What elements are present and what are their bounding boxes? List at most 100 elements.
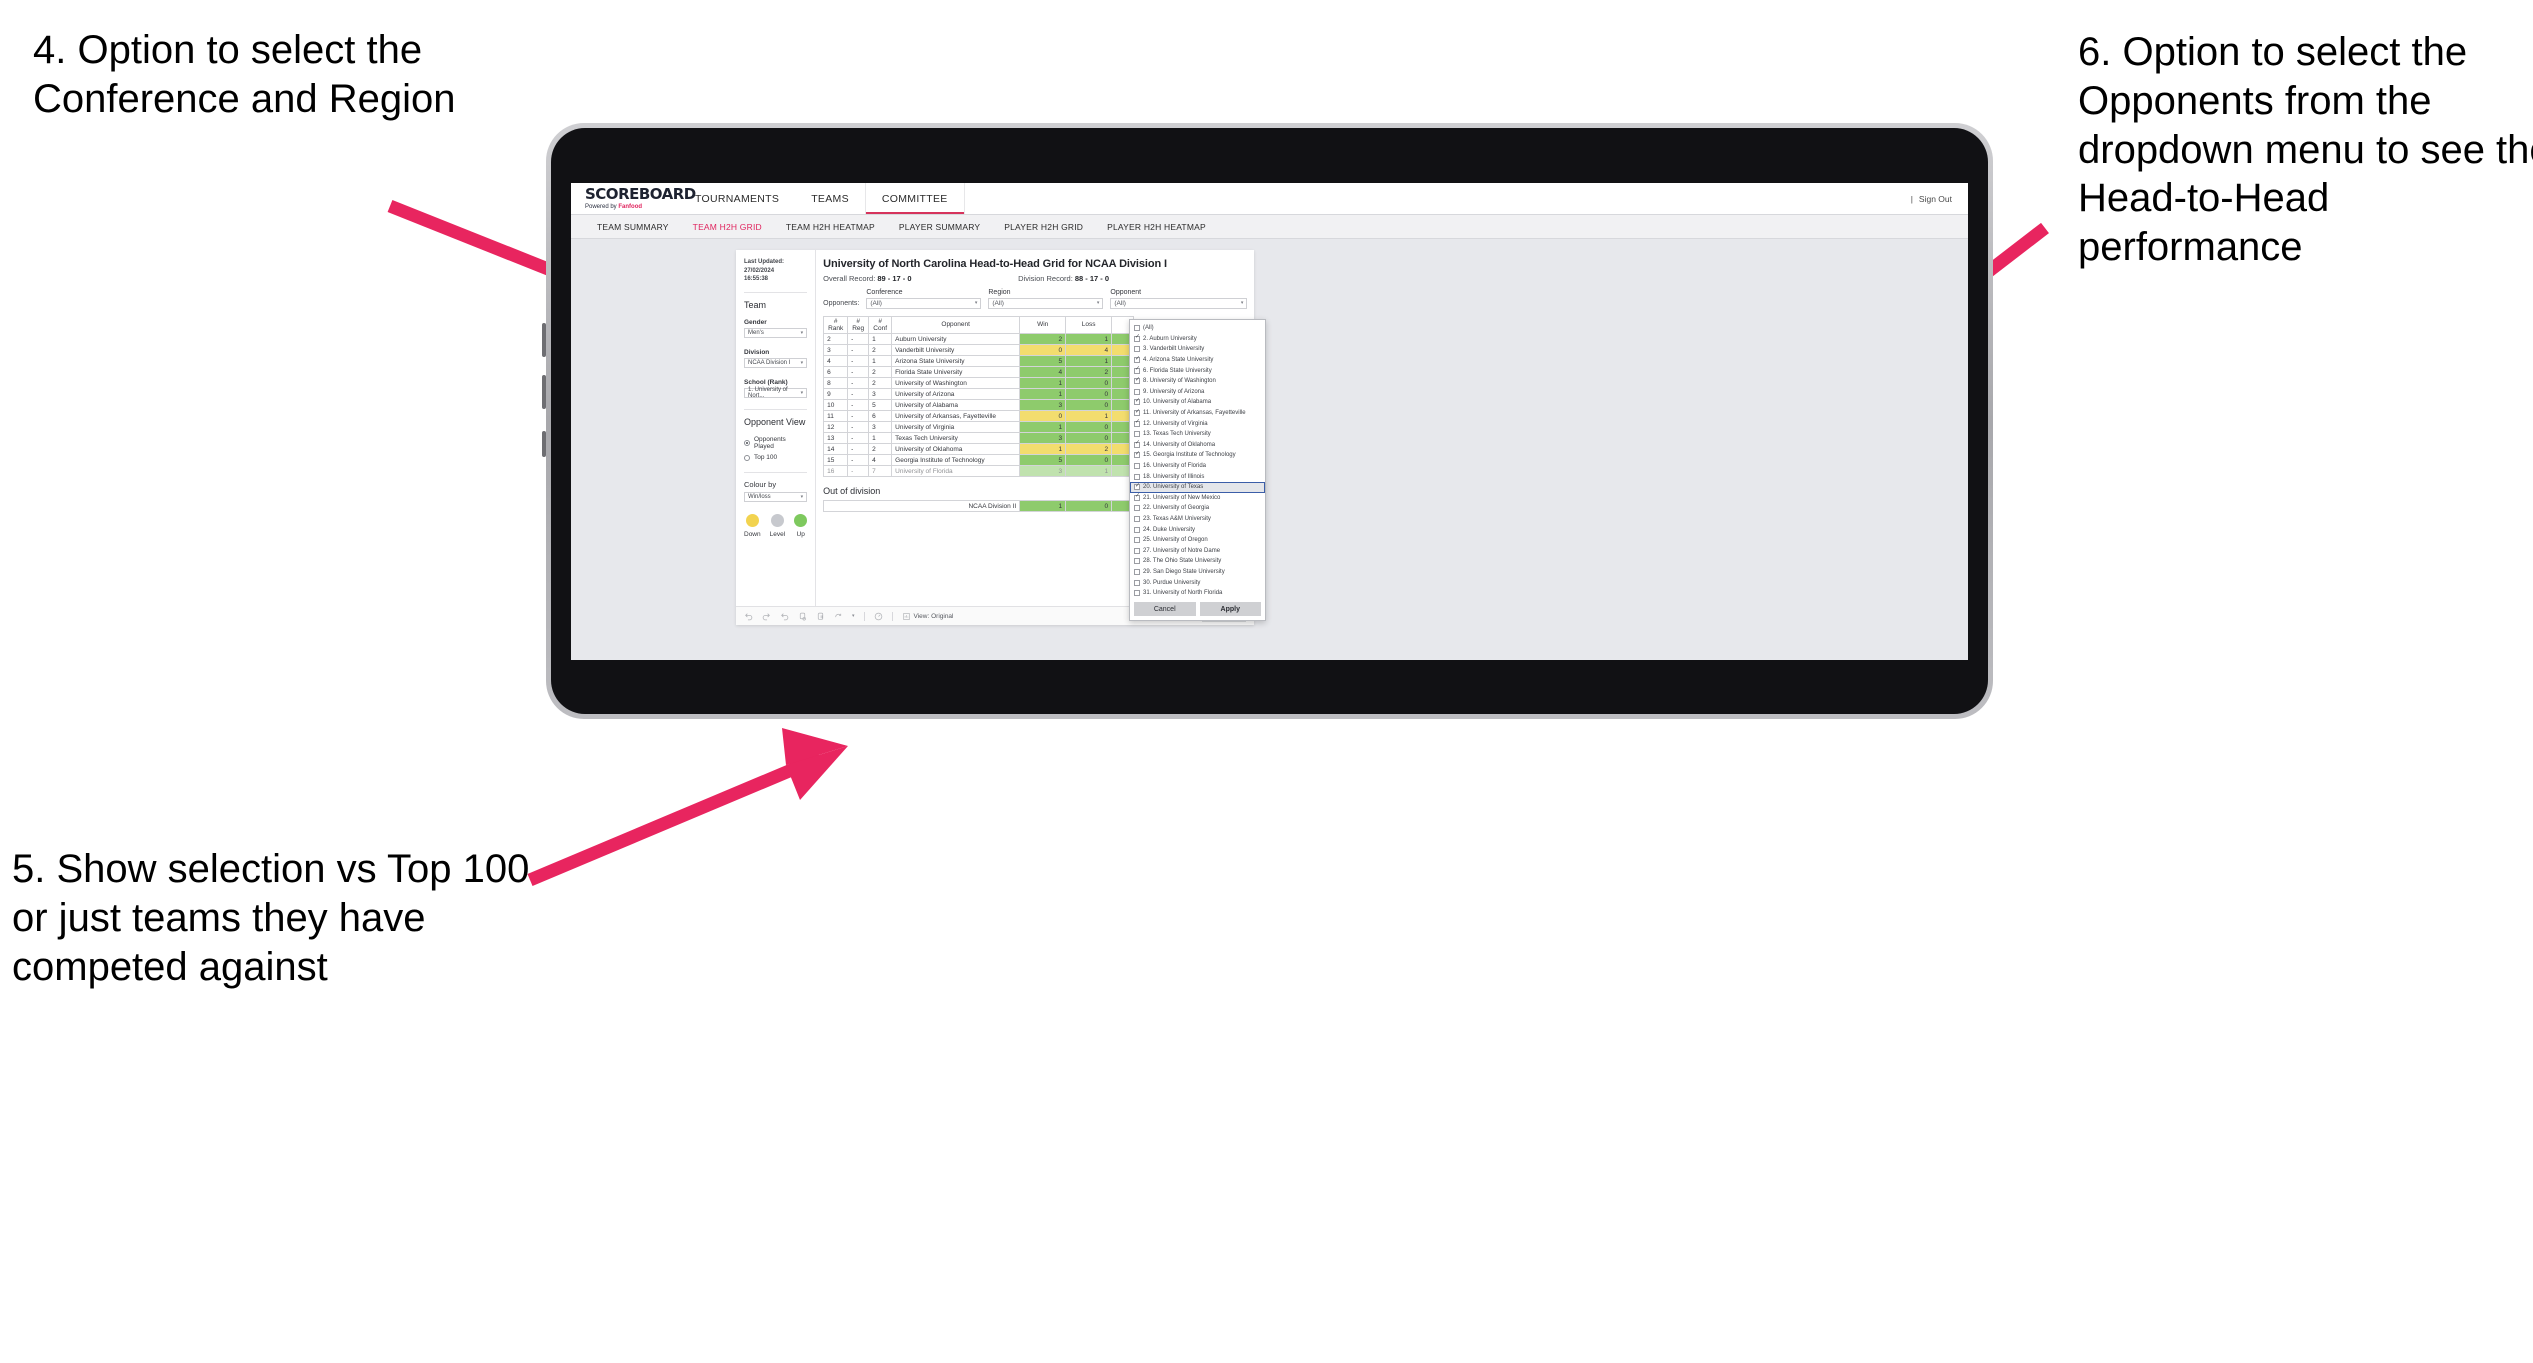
dropdown-item[interactable]: 27. University of Notre Dame [1130, 545, 1265, 556]
dropdown-item[interactable]: 31. University of North Florida [1130, 588, 1265, 598]
brand-logo[interactable]: SCOREBOARD Powered by Fanfood [571, 183, 696, 214]
checkbox-icon[interactable] [1134, 526, 1140, 533]
dropdown-item[interactable]: 16. University of Florida [1130, 461, 1265, 472]
th-win[interactable]: Win [1019, 315, 1067, 335]
dropdown-item[interactable]: 12. University of Virginia [1130, 418, 1265, 429]
table-row[interactable]: 2-1 Auburn University 2 1 [823, 333, 1135, 346]
checkbox-icon[interactable] [1134, 409, 1140, 417]
checkbox-icon[interactable] [1134, 568, 1140, 575]
dropdown-item[interactable]: 10. University of Alabama [1130, 397, 1265, 408]
division-select[interactable]: NCAA Division I ▾ [744, 358, 808, 369]
checkbox-icon[interactable] [1134, 356, 1140, 364]
checkbox-icon[interactable] [1134, 483, 1140, 491]
dropdown-item[interactable]: 8. University of Washington [1130, 376, 1265, 387]
undo-icon[interactable] [744, 612, 753, 621]
table-row[interactable]: 9-3 University of Arizona 1 0 [823, 388, 1135, 401]
dropdown-item[interactable]: (All) [1130, 323, 1265, 334]
checkbox-icon[interactable] [1134, 537, 1140, 544]
checkbox-icon[interactable] [1134, 493, 1140, 501]
checkbox-icon[interactable] [1134, 346, 1140, 353]
table-row[interactable]: 14-2 University of Oklahoma 1 2 [823, 443, 1135, 456]
dropdown-item[interactable]: 6. Florida State University [1130, 365, 1265, 376]
checkbox-icon[interactable] [1134, 473, 1140, 480]
checkbox-icon[interactable] [1134, 334, 1140, 342]
tablet-volume-down-button[interactable] [542, 375, 546, 409]
subnav-player-summary[interactable]: PLAYER SUMMARY [887, 222, 992, 232]
subnav-team-h2h-heatmap[interactable]: TEAM H2H HEATMAP [774, 222, 887, 232]
radio-opponents-played[interactable]: Opponents Played [744, 436, 807, 450]
opponent-dropdown-menu[interactable]: (All) 2. Auburn University 3. Vanderbilt U… [1129, 319, 1266, 621]
subnav-team-summary[interactable]: TEAM SUMMARY [585, 222, 681, 232]
subnav-player-h2h-heatmap[interactable]: PLAYER H2H HEATMAP [1095, 222, 1218, 232]
dropdown-item[interactable]: 30. Purdue University [1130, 577, 1265, 588]
dropdown-item[interactable]: 14. University of Oklahoma [1130, 440, 1265, 451]
checkbox-icon[interactable] [1134, 388, 1140, 395]
subnav-team-h2h-grid[interactable]: TEAM H2H GRID [681, 222, 774, 232]
dropdown-item[interactable]: 3. Vanderbilt University [1130, 344, 1265, 355]
checkbox-icon[interactable] [1134, 590, 1140, 597]
table-row[interactable]: 6-2 Florida State University 4 2 [823, 366, 1135, 379]
view-original-button[interactable]: View: Original [902, 612, 954, 621]
dropdown-item[interactable]: 15. Georgia Institute of Technology [1130, 450, 1265, 461]
table-row[interactable]: 16-7 University of Florida 3 1 [823, 465, 1135, 478]
tablet-volume-up-button[interactable] [542, 323, 546, 357]
checkbox-icon[interactable] [1134, 440, 1140, 448]
dropdown-item[interactable]: 28. The Ohio State University [1130, 556, 1265, 567]
th-reg[interactable]: # Reg [847, 315, 870, 335]
cancel-button[interactable]: Cancel [1134, 602, 1196, 616]
checkbox-icon[interactable] [1134, 398, 1140, 406]
checkbox-icon[interactable] [1134, 515, 1140, 522]
table-row[interactable]: 4-1 Arizona State University 5 1 [823, 355, 1135, 368]
checkbox-icon[interactable] [1134, 558, 1140, 565]
table-row[interactable]: 12-3 University of Virginia 1 0 [823, 421, 1135, 434]
table-row[interactable]: 13-1 Texas Tech University 3 0 [823, 432, 1135, 445]
nav-teams[interactable]: TEAMS [795, 183, 865, 214]
table-row[interactable]: 3-2 Vanderbilt University 0 4 [823, 344, 1135, 357]
checkbox-icon[interactable] [1134, 579, 1140, 586]
gender-select[interactable]: Men's ▾ [744, 328, 808, 339]
tablet-power-button[interactable] [542, 431, 546, 457]
subnav-player-h2h-grid[interactable]: PLAYER H2H GRID [992, 222, 1095, 232]
redo-icon[interactable] [762, 612, 771, 621]
radio-top-100[interactable]: Top 100 [744, 454, 807, 461]
table-row[interactable]: 8-2 University of Washington 1 0 [823, 377, 1135, 390]
checkbox-icon[interactable] [1134, 505, 1140, 512]
dropdown-item[interactable]: 4. Arizona State University [1130, 355, 1265, 366]
dropdown-item[interactable]: 22. University of Georgia [1130, 503, 1265, 514]
dropdown-item[interactable]: 25. University of Oregon [1130, 535, 1265, 546]
share-icon[interactable] [834, 612, 843, 621]
dropdown-item[interactable]: 2. Auburn University [1130, 334, 1265, 345]
sign-out-link[interactable]: Sign Out [1919, 194, 1952, 204]
dropdown-item[interactable]: 29. San Diego State University [1130, 567, 1265, 578]
nav-committee[interactable]: COMMITTEE [864, 183, 965, 214]
dropdown-item[interactable]: 18. University of Illinois [1130, 471, 1265, 482]
dropdown-item[interactable]: 13. Texas Tech University [1130, 429, 1265, 440]
pause-icon[interactable] [874, 612, 883, 621]
checkbox-icon[interactable] [1134, 451, 1140, 459]
dropdown-item[interactable]: 20. University of Texas [1130, 481, 1265, 493]
dropdown-item[interactable]: 21. University of New Mexico [1130, 493, 1265, 504]
th-loss[interactable]: Loss [1065, 315, 1113, 335]
dropdown-item[interactable]: 24. Duke University [1130, 524, 1265, 535]
colour-by-select[interactable]: Win/loss ▾ [744, 492, 808, 503]
dropdown-item[interactable]: 11. University of Arkansas, Fayetteville [1130, 408, 1265, 419]
apply-button[interactable]: Apply [1199, 602, 1261, 616]
pause-auto-update-icon[interactable] [816, 612, 825, 621]
table-row[interactable]: 15-4 Georgia Institute of Technology 5 0 [823, 454, 1135, 467]
th-opponent[interactable]: Opponent [891, 315, 1021, 335]
school-rank-select[interactable]: 1. University of Nort... ▾ [744, 387, 808, 399]
nav-tournaments[interactable]: TOURNAMENTS [679, 183, 795, 214]
checkbox-icon[interactable] [1134, 419, 1140, 427]
table-row[interactable]: 10-5 University of Alabama 3 0 [823, 399, 1135, 412]
checkbox-icon[interactable] [1134, 463, 1140, 470]
opponent-dropdown-list[interactable]: (All) 2. Auburn University 3. Vanderbilt U… [1130, 323, 1265, 598]
refresh-icon[interactable] [798, 612, 807, 621]
region-select[interactable]: (All) ▾ [988, 297, 1104, 309]
checkbox-icon[interactable] [1134, 431, 1140, 438]
checkbox-icon[interactable] [1134, 547, 1140, 554]
checkbox-icon[interactable] [1134, 325, 1140, 332]
conference-select[interactable]: (All) ▾ [866, 297, 982, 309]
opponent-select[interactable]: (All) ▾ [1110, 297, 1248, 309]
checkbox-icon[interactable] [1134, 377, 1140, 385]
th-rank[interactable]: # Rank [823, 315, 849, 335]
